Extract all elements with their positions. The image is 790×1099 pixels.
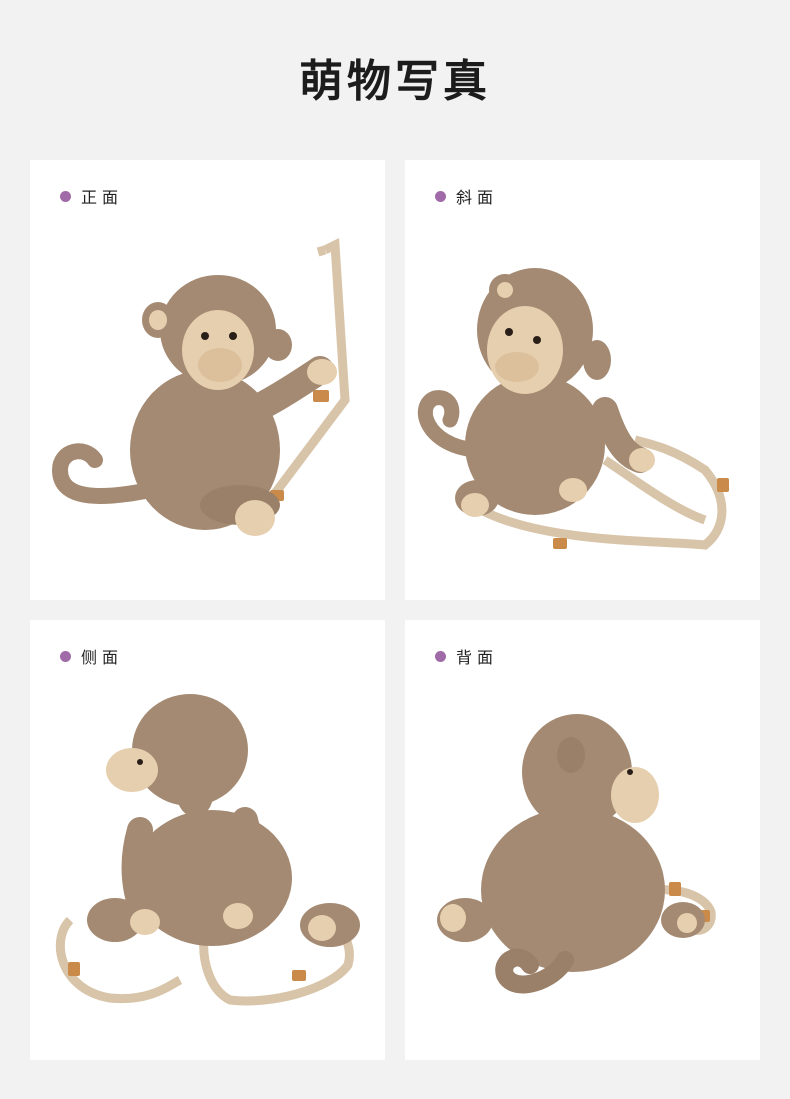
monkey-front-photo: [51, 237, 350, 536]
photo-card-oblique: 斜面: [405, 160, 760, 600]
photo-card-front: 正面: [30, 160, 385, 600]
photo-card-back: 背面: [405, 620, 760, 1060]
monkey-side-photo: [55, 694, 360, 1006]
page-title: 萌物写真: [299, 56, 491, 107]
photo-card-side: 侧面: [30, 620, 385, 1060]
monkey-back-photo: [437, 714, 716, 994]
monkey-oblique-photo: [418, 268, 729, 550]
